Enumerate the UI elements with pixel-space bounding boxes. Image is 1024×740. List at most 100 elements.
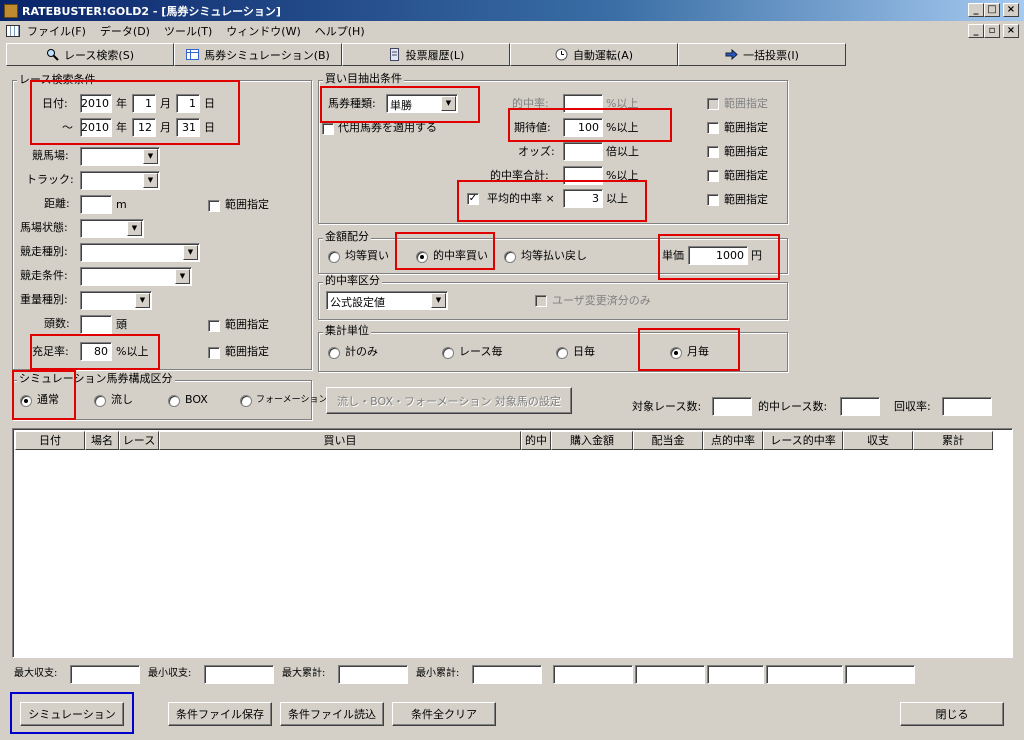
col-race[interactable]: レース bbox=[119, 431, 159, 450]
to-month-input[interactable]: 12 bbox=[132, 118, 156, 137]
fill-rate-input[interactable]: 80 bbox=[80, 342, 112, 361]
sim-formation-radio[interactable] bbox=[240, 395, 252, 407]
course-select[interactable]: ▼ bbox=[80, 171, 160, 190]
simulate-button[interactable]: シミュレーション bbox=[20, 702, 124, 726]
equal-payout-radio[interactable] bbox=[504, 251, 516, 263]
agg-month-radio[interactable] bbox=[670, 347, 682, 359]
fill-range-checkbox[interactable] bbox=[208, 347, 220, 359]
auto-run-button[interactable]: 自動運転(A) bbox=[510, 43, 678, 66]
close-window-button[interactable]: × bbox=[1003, 3, 1019, 17]
from-day-input[interactable]: 1 bbox=[176, 94, 200, 113]
close-button[interactable]: 閉じる bbox=[900, 702, 1004, 726]
agg-title: 集計単位 bbox=[323, 324, 371, 337]
ticket-simulation-button[interactable]: 馬券シミュレーション(B) bbox=[174, 43, 342, 66]
odds-input[interactable] bbox=[563, 142, 603, 161]
menu-tool[interactable]: ツール(T) bbox=[157, 23, 219, 39]
chevron-down-icon[interactable]: ▼ bbox=[143, 173, 158, 188]
heads-range-checkbox[interactable] bbox=[208, 320, 220, 332]
minimize-button[interactable]: _ bbox=[968, 3, 984, 17]
target-horse-button[interactable]: 流し・BOX・フォーメーション 対象馬の設定 bbox=[326, 387, 572, 414]
col-bet[interactable]: 買い目 bbox=[159, 431, 521, 450]
col-cumulative[interactable]: 累計 bbox=[913, 431, 993, 450]
chevron-down-icon[interactable]: ▼ bbox=[441, 96, 456, 111]
results-table[interactable]: 日付 場名 レース 買い目 的中 購入金額 配当金 点的中率 レース的中率 収支… bbox=[12, 428, 1013, 658]
year-unit: 年 bbox=[116, 97, 127, 110]
expected-value-input[interactable]: 100 bbox=[563, 118, 603, 137]
avg-hit-unit: 以上 bbox=[606, 192, 628, 205]
mdi-restore-button[interactable]: ▫ bbox=[984, 24, 1000, 38]
col-balance[interactable]: 収支 bbox=[843, 431, 913, 450]
condition-select[interactable]: ▼ bbox=[80, 219, 144, 238]
ticket-type-select[interactable]: 単勝 ▼ bbox=[386, 94, 458, 113]
race-condition-select[interactable]: ▼ bbox=[80, 267, 192, 286]
weight-type-select[interactable]: ▼ bbox=[80, 291, 152, 310]
range-label: 範囲指定 bbox=[724, 193, 768, 206]
menu-help[interactable]: ヘルプ(H) bbox=[308, 23, 372, 39]
race-search-button[interactable]: レース検索(S) bbox=[6, 43, 174, 66]
track-select[interactable]: ▼ bbox=[80, 147, 160, 166]
return-rate-label: 回収率: bbox=[894, 400, 931, 413]
hit-total-range-checkbox[interactable] bbox=[707, 170, 719, 182]
mdi-minimize-button[interactable]: _ bbox=[968, 24, 984, 38]
hit-total-input[interactable] bbox=[563, 166, 603, 185]
chevron-down-icon[interactable]: ▼ bbox=[143, 149, 158, 164]
agg-day-radio[interactable] bbox=[556, 347, 568, 359]
menu-data[interactable]: データ(D) bbox=[93, 23, 157, 39]
fill-rate-unit: %以上 bbox=[116, 345, 149, 358]
agg-total-radio[interactable] bbox=[328, 347, 340, 359]
range-label: 範囲指定 bbox=[724, 145, 768, 158]
avg-hit-input[interactable]: 3 bbox=[563, 189, 603, 208]
col-purchase[interactable]: 購入金額 bbox=[551, 431, 633, 450]
load-conditions-button[interactable]: 条件ファイル読込 bbox=[280, 702, 384, 726]
to-year-input[interactable]: 2010 bbox=[80, 118, 112, 137]
to-day-input[interactable]: 31 bbox=[176, 118, 200, 137]
chevron-down-icon[interactable]: ▼ bbox=[431, 293, 446, 308]
hit-rate-input[interactable] bbox=[563, 94, 603, 113]
mdi-close-button[interactable]: × bbox=[1003, 24, 1019, 38]
ev-range-checkbox[interactable] bbox=[707, 122, 719, 134]
col-point-hit[interactable]: 点的中率 bbox=[703, 431, 763, 450]
avg-range-checkbox[interactable] bbox=[707, 194, 719, 206]
distance-range-checkbox[interactable] bbox=[208, 200, 220, 212]
hit-rate-label: 的中率: bbox=[512, 97, 549, 110]
chevron-down-icon[interactable]: ▼ bbox=[175, 269, 190, 284]
agg-race-radio[interactable] bbox=[442, 347, 454, 359]
sim-normal-radio[interactable] bbox=[20, 395, 32, 407]
distance-input[interactable] bbox=[80, 195, 112, 214]
chevron-down-icon[interactable]: ▼ bbox=[127, 221, 142, 236]
col-venue[interactable]: 場名 bbox=[85, 431, 119, 450]
range-label: 範囲指定 bbox=[225, 345, 269, 358]
maximize-button[interactable]: □ bbox=[984, 3, 1000, 17]
user-only-checkbox[interactable] bbox=[535, 295, 547, 307]
heads-input[interactable] bbox=[80, 315, 112, 334]
vote-history-button[interactable]: 投票履歴(L) bbox=[342, 43, 510, 66]
menu-file[interactable]: ファイル(F) bbox=[20, 23, 93, 39]
clear-conditions-button[interactable]: 条件全クリア bbox=[392, 702, 496, 726]
unit-price-input[interactable]: 1000 bbox=[688, 246, 748, 265]
hit-rate-buy-radio[interactable] bbox=[416, 251, 428, 263]
race-type-select[interactable]: ▼ bbox=[80, 243, 200, 262]
sim-box-radio[interactable] bbox=[168, 395, 180, 407]
from-year-input[interactable]: 2010 bbox=[80, 94, 112, 113]
substitute-checkbox[interactable] bbox=[322, 123, 334, 135]
hit-class-select[interactable]: 公式設定値 ▼ bbox=[326, 291, 448, 310]
sim-nagashi-radio[interactable] bbox=[94, 395, 106, 407]
odds-range-checkbox[interactable] bbox=[707, 146, 719, 158]
equal-buy-radio[interactable] bbox=[328, 251, 340, 263]
chevron-down-icon[interactable]: ▼ bbox=[183, 245, 198, 260]
avg-hit-checkbox[interactable]: ✓ bbox=[467, 193, 479, 205]
col-payout[interactable]: 配当金 bbox=[633, 431, 703, 450]
date-label: 日付: bbox=[42, 97, 68, 110]
distance-unit: m bbox=[116, 198, 127, 211]
table-icon bbox=[186, 49, 200, 60]
col-hit[interactable]: 的中 bbox=[521, 431, 551, 450]
chevron-down-icon[interactable]: ▼ bbox=[135, 293, 150, 308]
col-race-hit[interactable]: レース的中率 bbox=[763, 431, 843, 450]
menu-window[interactable]: ウィンドウ(W) bbox=[219, 23, 307, 39]
col-date[interactable]: 日付 bbox=[15, 431, 85, 450]
hit-range-checkbox[interactable] bbox=[707, 98, 719, 110]
bulk-vote-button[interactable]: 一括投票(I) bbox=[678, 43, 846, 66]
from-month-input[interactable]: 1 bbox=[132, 94, 156, 113]
save-conditions-button[interactable]: 条件ファイル保存 bbox=[168, 702, 272, 726]
heads-label: 頭数: bbox=[44, 317, 70, 330]
